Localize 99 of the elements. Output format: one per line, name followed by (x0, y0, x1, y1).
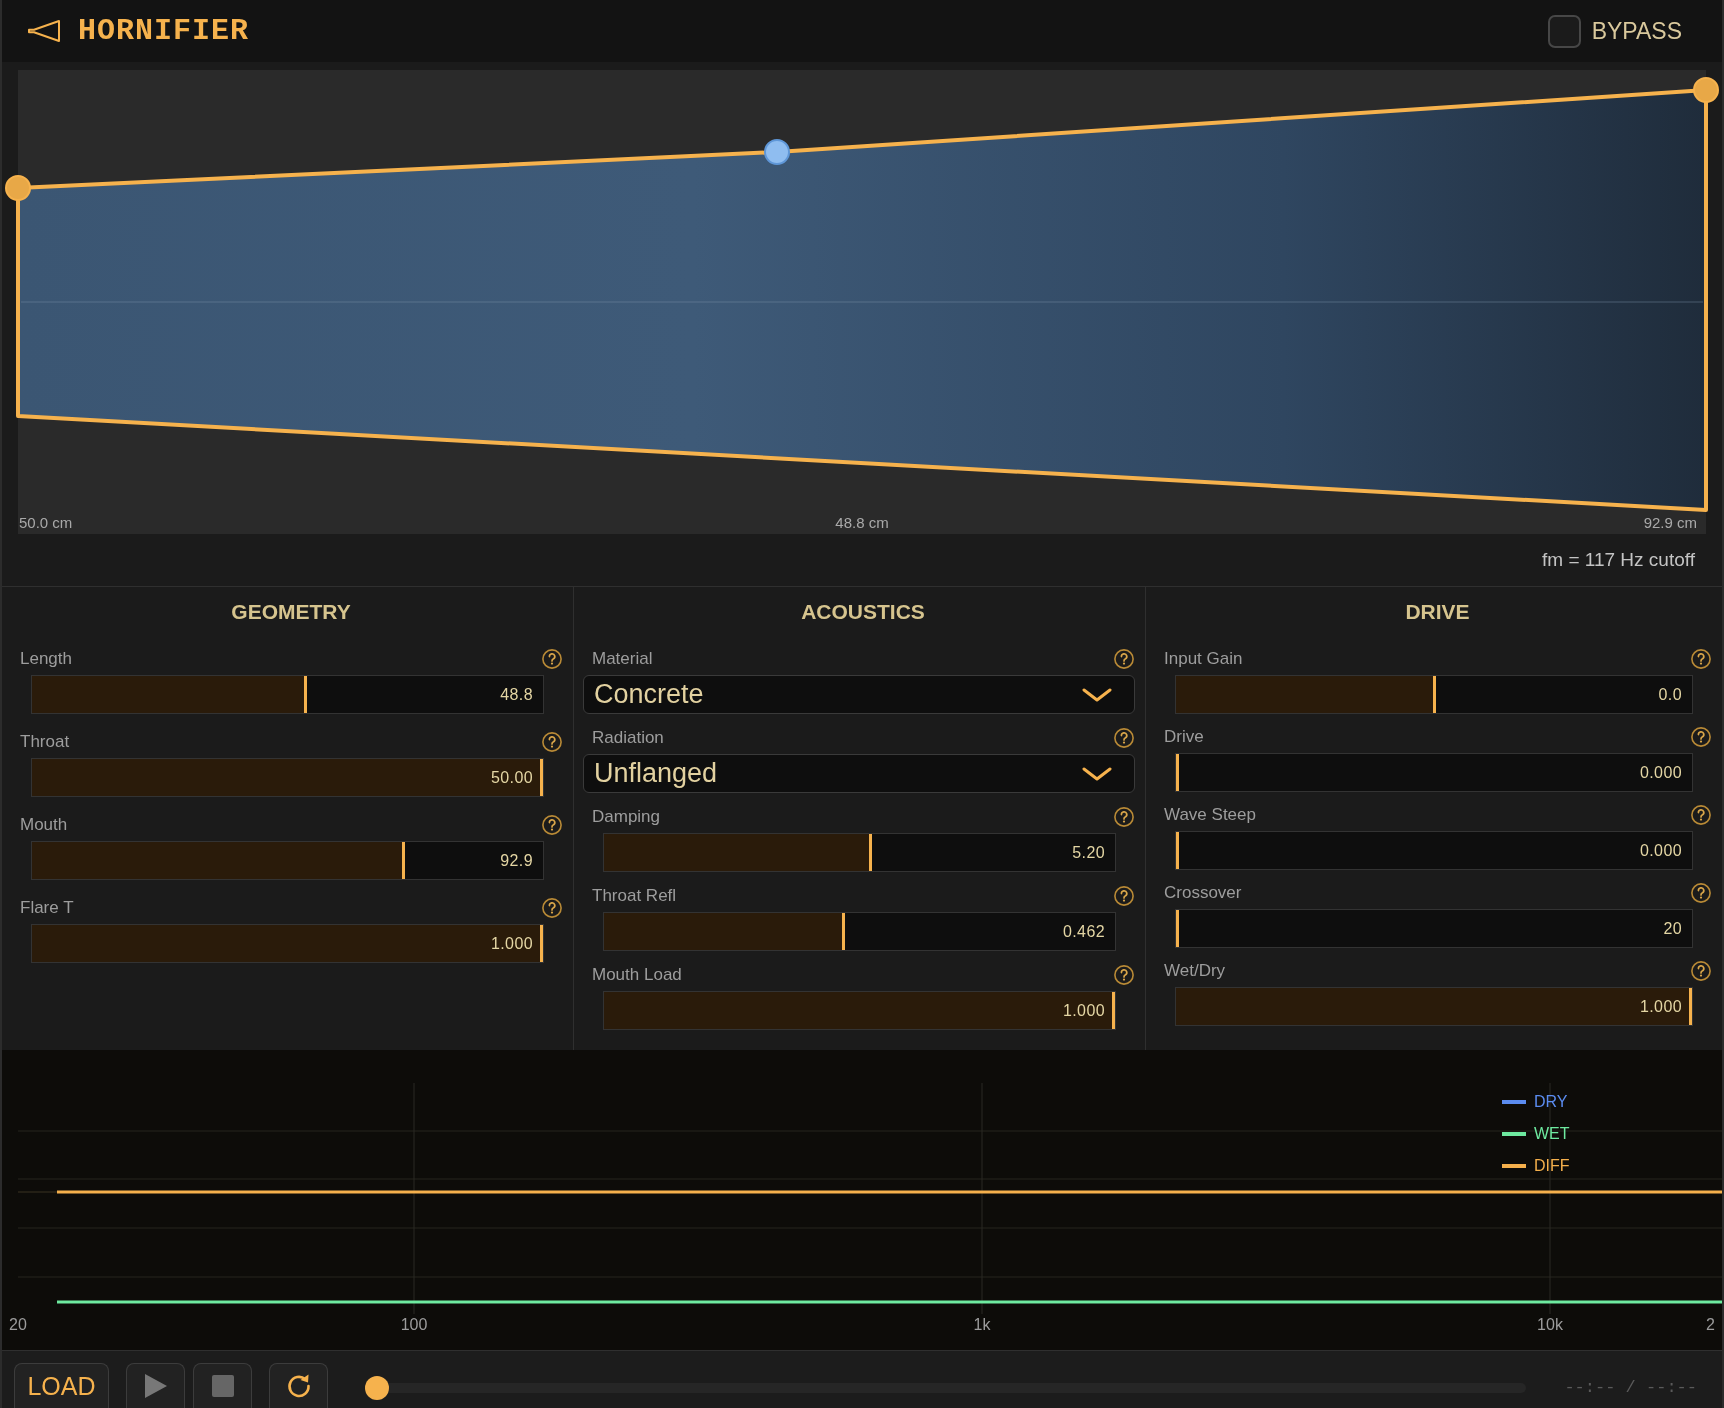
help-icon[interactable] (542, 815, 562, 835)
control-label: Damping (592, 807, 661, 827)
time-display: --:-- / --:-- (1564, 1378, 1697, 1398)
help-icon[interactable] (1114, 886, 1134, 906)
slider-thumb[interactable] (1689, 988, 1692, 1025)
help-icon[interactable] (1691, 727, 1711, 747)
help-icon[interactable] (1114, 728, 1134, 748)
legend-label: DIFF (1534, 1157, 1570, 1175)
slider-thumb[interactable] (1176, 832, 1179, 869)
slider-track[interactable]: 5.20 (603, 833, 1116, 872)
slider-thumb[interactable] (841, 913, 845, 950)
control-label: Mouth Load (592, 965, 682, 985)
slider-track[interactable]: 0.462 (603, 912, 1116, 951)
dropdown[interactable]: Concrete (583, 675, 1135, 714)
help-icon[interactable] (1114, 649, 1134, 669)
cutoff-readout: fm = 117 Hz cutoff (1542, 549, 1695, 571)
slider-track[interactable]: 50.00 (31, 758, 544, 797)
horn-icon (27, 19, 61, 43)
slider-thumb[interactable] (1176, 754, 1179, 791)
stop-button[interactable] (193, 1363, 252, 1408)
slider-thumb[interactable] (1432, 676, 1436, 713)
help-icon[interactable] (1691, 649, 1711, 669)
slider-value: 0.000 (1639, 763, 1682, 782)
slider-track[interactable]: 0.0 (1175, 675, 1693, 714)
slider-value: 0.000 (1639, 841, 1682, 860)
legend-label: WET (1534, 1125, 1570, 1143)
help-icon[interactable] (542, 649, 562, 669)
control-label: Flare T (20, 898, 74, 918)
control-label: Throat (20, 732, 70, 752)
slider-value: 48.8 (500, 685, 533, 704)
help-icon[interactable] (542, 732, 562, 752)
slider-thumb[interactable] (304, 676, 308, 713)
control-label: Material (592, 649, 653, 669)
play-icon (144, 1374, 167, 1398)
control-label: Throat Refl (592, 886, 677, 906)
slider-track[interactable]: 1.000 (1175, 987, 1693, 1026)
slider-track[interactable]: 20 (1175, 909, 1693, 948)
bypass-label[interactable]: BYPASS (1591, 17, 1682, 45)
slider-value: 0.0 (1658, 685, 1682, 704)
slider-thumb[interactable] (1176, 910, 1179, 947)
control-label: Crossover (1164, 883, 1242, 903)
slider-track[interactable]: 0.000 (1175, 753, 1693, 792)
axis-tick-label: 100 (400, 1315, 428, 1335)
help-icon[interactable] (1691, 961, 1711, 981)
loop-icon (285, 1373, 312, 1399)
help-icon[interactable] (1691, 805, 1711, 825)
slider-value: 1.000 (490, 934, 533, 953)
slider-value: 1.000 (1639, 997, 1682, 1016)
dimension-label: 50.0 cm (19, 515, 73, 531)
slider-track[interactable]: 1.000 (31, 924, 544, 963)
panel-heading: ACOUSTICS (800, 600, 926, 624)
slider-thumb[interactable] (540, 925, 543, 962)
dimension-label: 48.8 cm (835, 515, 889, 531)
chevron-down-icon (1082, 687, 1112, 702)
slider-track[interactable]: 92.9 (31, 841, 544, 880)
loop-button[interactable] (269, 1363, 328, 1408)
axis-tick-label: 20 (9, 1315, 27, 1335)
chevron-down-icon (1082, 766, 1112, 781)
dimension-label: 92.9 cm (1643, 515, 1697, 531)
slider-value: 1.000 (1062, 1001, 1105, 1020)
slider-thumb[interactable] (540, 759, 543, 796)
control-label: Mouth (20, 815, 68, 835)
stop-icon (211, 1375, 234, 1397)
slider-track[interactable]: 0.000 (1175, 831, 1693, 870)
control-label: Length (20, 649, 72, 669)
slider-value: 0.462 (1062, 922, 1105, 941)
slider-track[interactable]: 48.8 (31, 675, 544, 714)
progress-thumb[interactable] (365, 1376, 389, 1400)
play-button[interactable] (126, 1363, 185, 1408)
control-label: Wave Steep (1164, 805, 1256, 825)
control-label: Wet/Dry (1164, 961, 1226, 981)
help-icon[interactable] (1114, 807, 1134, 827)
slider-thumb[interactable] (1112, 992, 1115, 1029)
drag-handle[interactable] (5, 175, 31, 201)
bypass-checkbox[interactable] (1547, 14, 1581, 48)
control-label: Radiation (592, 728, 664, 748)
slider-value: 20 (1663, 919, 1682, 938)
drag-handle[interactable] (764, 139, 790, 165)
app-title: HORNIFIER (78, 14, 250, 48)
slider-track[interactable]: 1.000 (603, 991, 1116, 1030)
panel-heading: GEOMETRY (230, 600, 352, 624)
slider-value: 5.20 (1072, 843, 1105, 862)
axis-tick-label: 10k (1537, 1315, 1563, 1335)
help-icon[interactable] (1691, 883, 1711, 903)
help-icon[interactable] (542, 898, 562, 918)
load-button[interactable]: LOAD (14, 1363, 109, 1408)
slider-thumb[interactable] (868, 834, 872, 871)
control-label: Drive (1164, 727, 1204, 747)
control-label: Input Gain (1164, 649, 1243, 669)
drag-handle[interactable] (1693, 77, 1719, 103)
slider-value: 92.9 (500, 851, 533, 870)
panel-heading: DRIVE (1404, 600, 1471, 624)
dropdown[interactable]: Unflanged (583, 754, 1135, 793)
help-icon[interactable] (1114, 965, 1134, 985)
axis-tick-label: 1k (973, 1315, 991, 1335)
axis-tick-label: 2 (1706, 1315, 1715, 1335)
slider-value: 50.00 (490, 768, 533, 787)
slider-thumb[interactable] (402, 842, 406, 879)
legend-label: DRY (1534, 1093, 1568, 1111)
